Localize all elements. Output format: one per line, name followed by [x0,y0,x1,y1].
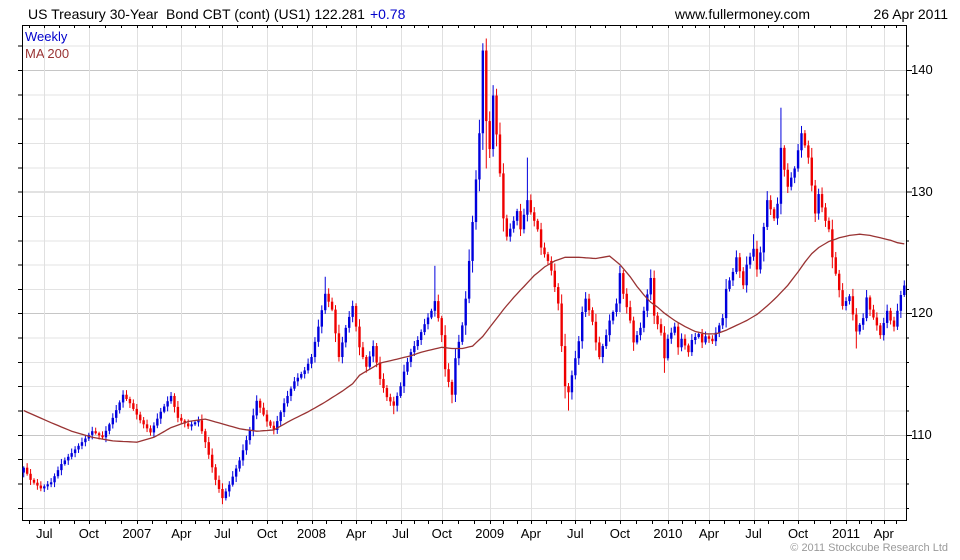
gridlines [22,25,906,520]
y-axis-label: 130 [911,183,933,199]
x-axis-label: Oct [78,526,99,541]
x-axis-label: Apr [873,526,894,541]
weekly-candles [22,38,906,505]
x-axis-label: 2009 [475,526,505,541]
x-axis-label: 2011 [832,526,861,541]
x-axis-label: Jul [567,526,584,541]
x-axis-label: Jul [35,526,53,541]
x-axis-label: Apr [345,526,367,541]
x-axis-label: Jul [745,526,762,541]
x-axis-label: Jul [214,526,231,541]
x-axis-label: Apr [698,526,720,541]
x-axis-label: Jul [392,526,409,541]
plot-border [22,25,907,521]
axis-ticks [18,25,912,524]
x-axis-label: 2010 [653,526,683,541]
x-axis-label: Oct [256,526,278,541]
y-axis-label: 110 [911,426,932,442]
x-axis-label: Oct [609,526,631,541]
x-axis-label: Oct [787,526,809,541]
x-axis-label: Apr [520,526,541,541]
y-axis-label: 120 [911,305,933,321]
x-axis-label: 2007 [122,526,152,541]
y-axis-label: 140 [911,62,933,77]
copyright-label: © 2011 Stockcube Research Ltd [790,542,948,554]
x-axis-label: Oct [431,526,452,541]
x-axis-label: Apr [171,526,192,541]
x-axis-label: 2008 [297,526,326,541]
price-chart [18,25,912,524]
